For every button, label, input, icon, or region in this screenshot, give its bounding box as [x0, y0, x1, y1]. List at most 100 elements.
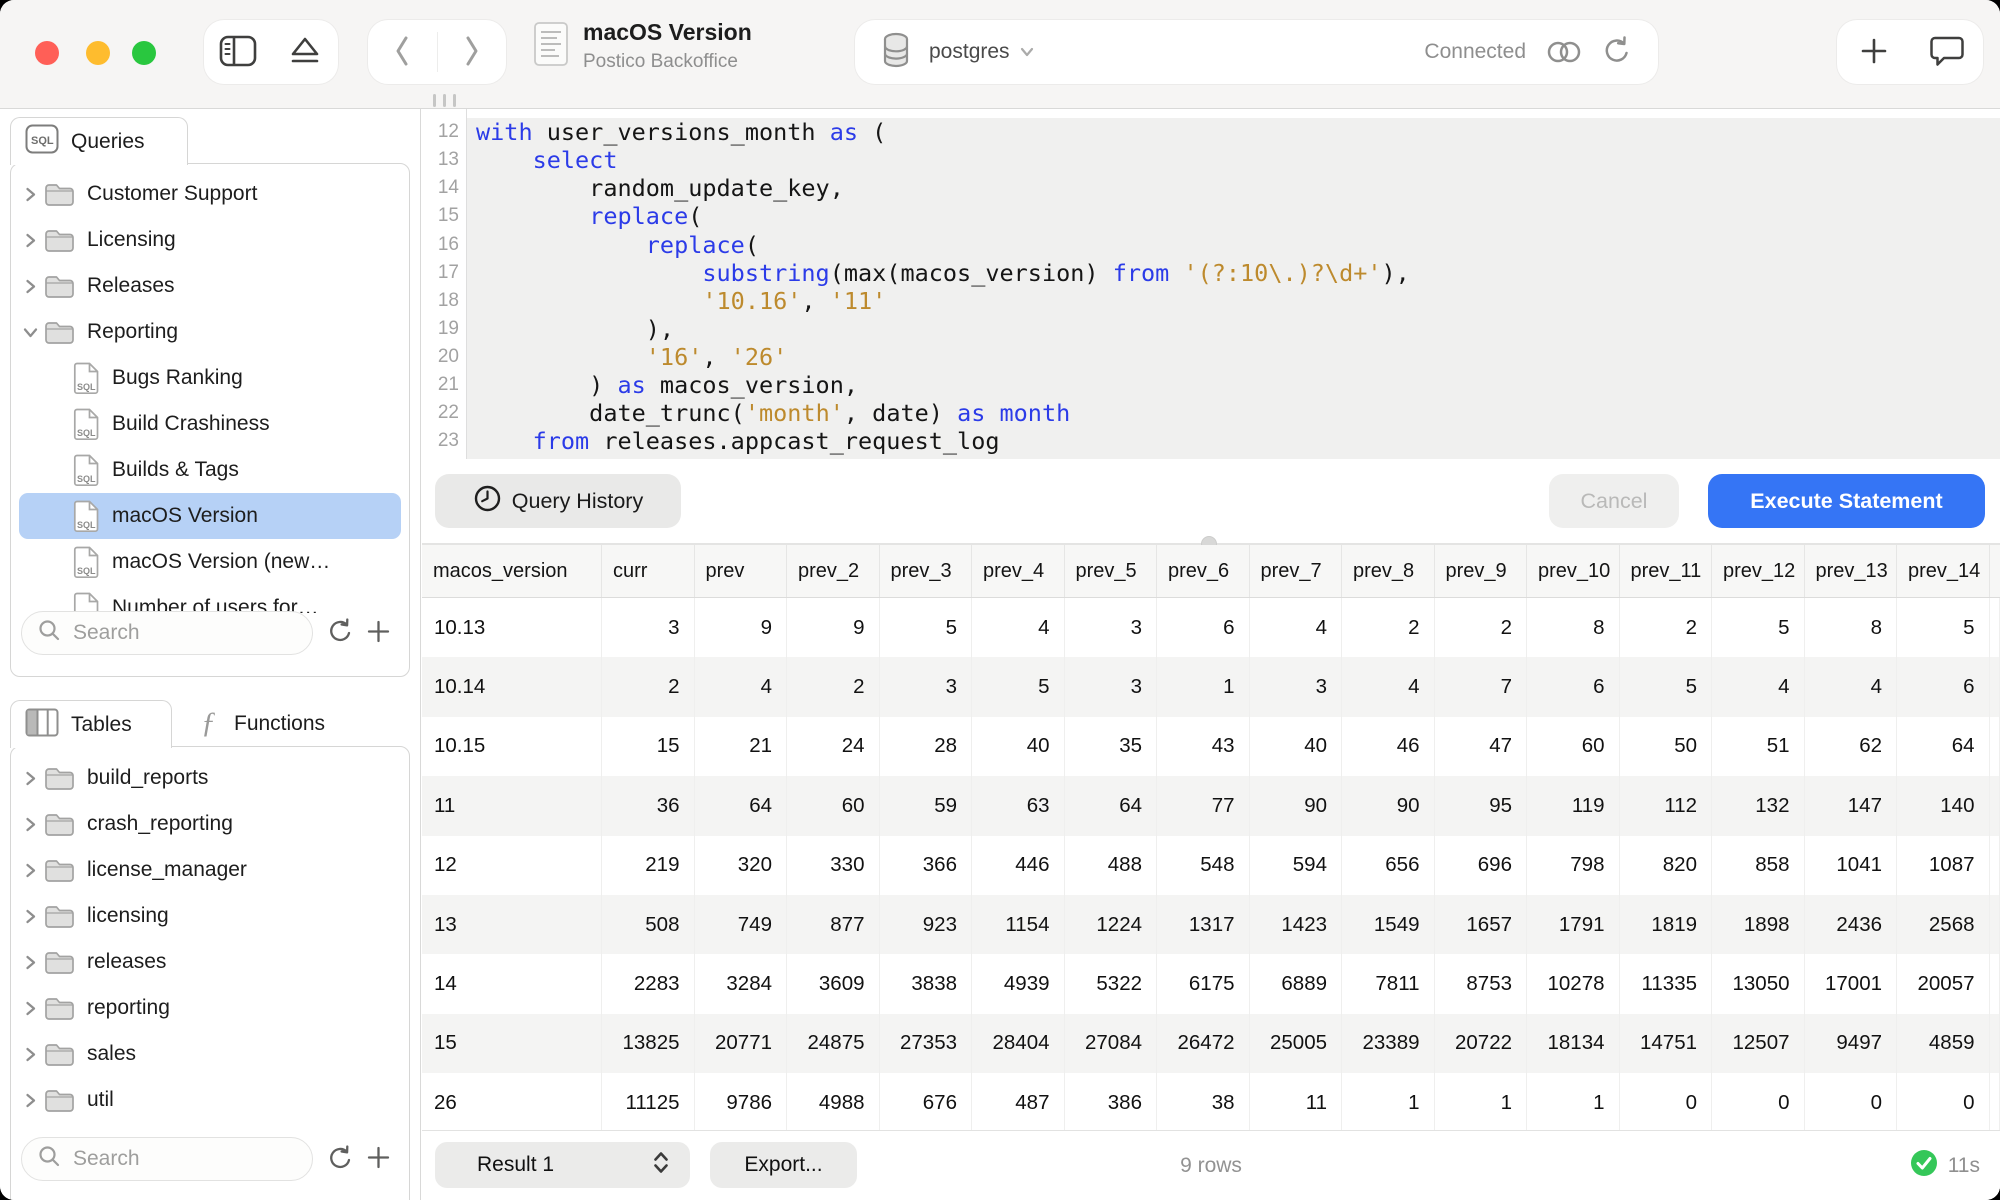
eject-button[interactable]	[271, 20, 338, 84]
chevron-right-icon[interactable]	[22, 1092, 44, 1109]
code-line[interactable]: 21 ) as macos_version,	[422, 371, 2000, 399]
column-header-prev-10[interactable]: prev_10	[1527, 545, 1620, 597]
sidebar-item-util[interactable]: util	[19, 1077, 401, 1123]
sidebar-item-reporting[interactable]: reporting	[19, 985, 401, 1031]
chevron-right-icon[interactable]	[22, 278, 44, 295]
chevron-right-icon[interactable]	[22, 816, 44, 833]
table-row[interactable]: 1422833284360938384939532261756889781187…	[422, 954, 2000, 1013]
sidebar-item-build-reports[interactable]: build_reports	[19, 755, 401, 801]
table-row[interactable]: 1136646059636477909095119112132147140	[422, 776, 2000, 835]
chevron-down-icon[interactable]	[22, 324, 44, 341]
column-header-prev[interactable]: prev	[695, 545, 788, 597]
sql-text: (	[745, 231, 759, 259]
column-header-prev-4[interactable]: prev_4	[972, 545, 1065, 597]
code-line[interactable]: 19 ),	[422, 315, 2000, 343]
sidebar-item-releases[interactable]: Releases	[19, 263, 401, 309]
tab-functions[interactable]: ƒ Functions	[190, 700, 325, 748]
add-table-button[interactable]	[366, 1145, 391, 1173]
sql-editor[interactable]: 1112with user_versions_month as (13 sele…	[422, 109, 2000, 459]
sidebar-item-licensing[interactable]: Licensing	[19, 217, 401, 263]
sidebar-item-builds-tags[interactable]: SQLBuilds & Tags	[19, 447, 401, 493]
refresh-queries-button[interactable]	[327, 617, 354, 648]
column-header-prev-7[interactable]: prev_7	[1250, 545, 1343, 597]
sidebar-item-number-of-users-for[interactable]: SQLNumber of users for…	[19, 585, 401, 613]
code-line[interactable]: 16 replace(	[422, 230, 2000, 258]
column-header-macos-version[interactable]: macos_version	[422, 545, 602, 597]
forward-button[interactable]	[438, 20, 507, 84]
chevron-right-icon[interactable]	[22, 954, 44, 971]
pane-resize-grip[interactable]	[433, 94, 456, 107]
code-line[interactable]: 15 replace(	[422, 202, 2000, 230]
column-header-prev-6[interactable]: prev_6	[1157, 545, 1250, 597]
column-header-prev-11[interactable]: prev_11	[1620, 545, 1713, 597]
back-button[interactable]	[368, 20, 437, 84]
column-header-prev-8[interactable]: prev_8	[1342, 545, 1435, 597]
table-row[interactable]: 26111259786498867648738638111110000	[422, 1073, 2000, 1131]
chevron-right-icon[interactable]	[22, 1046, 44, 1063]
sidebar-item-bugs-ranking[interactable]: SQLBugs Ranking	[19, 355, 401, 401]
table-row[interactable]: 10.15152124284035434046476050516264	[422, 717, 2000, 776]
cell-prev_12: 1898	[1712, 895, 1805, 954]
code-line[interactable]: 17 substring(max(macos_version) from '(?…	[422, 259, 2000, 287]
column-header-prev-3[interactable]: prev_3	[880, 545, 973, 597]
minimize-button[interactable]	[86, 41, 110, 65]
zoom-button[interactable]	[132, 41, 156, 65]
chevron-right-icon[interactable]	[22, 862, 44, 879]
folder-icon	[44, 228, 75, 253]
add-query-button[interactable]	[366, 619, 391, 647]
sidebar-item-macos-version-new[interactable]: SQLmacOS Version (new…	[19, 539, 401, 585]
database-selector[interactable]: postgres	[923, 39, 1041, 65]
chevron-right-icon[interactable]	[22, 770, 44, 787]
code-line[interactable]: 22 date_trunc('month', date) as month	[422, 399, 2000, 427]
close-button[interactable]	[35, 41, 59, 65]
table-row[interactable]: 1350874987792311541224131714231549165717…	[422, 895, 2000, 954]
sidebar-item-build-crashiness[interactable]: SQLBuild Crashiness	[19, 401, 401, 447]
code-line[interactable]: 20 '16', '26'	[422, 343, 2000, 371]
table-row[interactable]: 10.14242353134765446	[422, 657, 2000, 716]
code-line[interactable]: 14 random_update_key,	[422, 174, 2000, 202]
tab-queries[interactable]: SQL Queries	[10, 117, 188, 165]
export-button[interactable]: Export...	[710, 1142, 857, 1188]
table-row[interactable]: 1513825207712487527353284042708426472250…	[422, 1014, 2000, 1073]
sidebar-item-customer-support[interactable]: Customer Support	[19, 171, 401, 217]
new-item-button[interactable]	[1837, 20, 1910, 84]
table-row[interactable]: 1221932033036644648854859465669679882085…	[422, 836, 2000, 895]
sidebar-item-sales[interactable]: sales	[19, 1031, 401, 1077]
column-header-prev-2[interactable]: prev_2	[787, 545, 880, 597]
column-header-prev-9[interactable]: prev_9	[1435, 545, 1528, 597]
sidebar-item-licensing[interactable]: licensing	[19, 893, 401, 939]
cancel-button[interactable]: Cancel	[1549, 474, 1679, 528]
column-header-prev-14[interactable]: prev_14	[1897, 545, 1990, 597]
code-line[interactable]: 12with user_versions_month as (	[422, 118, 2000, 146]
column-header-curr[interactable]: curr	[602, 545, 695, 597]
code-line[interactable]: 13 select	[422, 146, 2000, 174]
sidebar-item-reporting[interactable]: Reporting	[19, 309, 401, 355]
query-history-button[interactable]: Query History	[435, 474, 681, 528]
sidebar-toggle-button[interactable]	[204, 20, 271, 84]
tables-search-input[interactable]: Search	[21, 1137, 313, 1181]
code-line[interactable]: 11	[422, 109, 2000, 118]
reconnect-button[interactable]	[1602, 35, 1632, 70]
code-line[interactable]: 18 '10.16', '11'	[422, 287, 2000, 315]
sidebar-item-releases[interactable]: releases	[19, 939, 401, 985]
table-row[interactable]: 10.13399543642282585	[422, 598, 2000, 657]
refresh-tables-button[interactable]	[327, 1144, 354, 1175]
sidebar-item-macos-version[interactable]: SQLmacOS Version	[19, 493, 401, 539]
cell-prev_6: 77	[1157, 776, 1250, 835]
chevron-right-icon[interactable]	[22, 908, 44, 925]
code-line[interactable]: 23 from releases.appcast_request_log	[422, 427, 2000, 455]
sidebar-item-license-manager[interactable]: license_manager	[19, 847, 401, 893]
column-header-prev-5[interactable]: prev_5	[1065, 545, 1158, 597]
feedback-button[interactable]	[1910, 20, 1983, 84]
column-header-prev-12[interactable]: prev_12	[1712, 545, 1805, 597]
column-header-prev-13[interactable]: prev_13	[1805, 545, 1898, 597]
chevron-right-icon[interactable]	[22, 232, 44, 249]
chevron-right-icon[interactable]	[22, 1000, 44, 1017]
sidebar-item-crash-reporting[interactable]: crash_reporting	[19, 801, 401, 847]
execute-statement-button[interactable]: Execute Statement	[1708, 474, 1985, 528]
result-selector[interactable]: Result 1	[435, 1142, 690, 1188]
queries-search-input[interactable]: Search	[21, 611, 313, 655]
cell-curr: 2	[602, 657, 695, 716]
tab-tables[interactable]: Tables	[10, 700, 172, 748]
chevron-right-icon[interactable]	[22, 186, 44, 203]
